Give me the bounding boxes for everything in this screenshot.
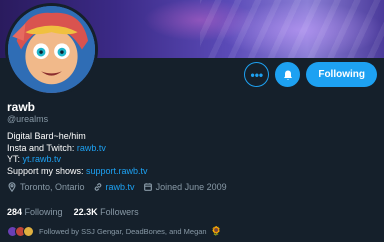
avatar-illustration	[8, 6, 95, 93]
banner-decoration	[200, 0, 384, 58]
profile-actions: ••• Following	[244, 62, 377, 87]
more-icon[interactable]: •••	[244, 62, 270, 87]
profile-name: rawb	[7, 100, 36, 114]
follower-avatar	[23, 226, 34, 237]
bio-line-1: Digital Bard~he/him	[7, 131, 86, 141]
link-icon	[94, 183, 101, 191]
location-icon	[8, 182, 16, 192]
website-link[interactable]: rawb.tv	[106, 182, 135, 192]
calendar-icon	[143, 183, 152, 191]
bio-line-4: Support my shows: support.rawb.tv	[7, 165, 148, 176]
followed-by-avatars	[7, 226, 34, 237]
followers-stat[interactable]: 22.3K Followers	[74, 207, 139, 217]
followed-by[interactable]: Followed by SSJ Gengar, DeadBones, and M…	[7, 226, 222, 237]
bell-icon[interactable]	[275, 62, 301, 87]
profile-avatar[interactable]	[5, 3, 98, 96]
profile-bio: Digital Bard~he/him Insta and Twitch: ra…	[7, 131, 148, 177]
sunflower-icon: 🌻	[210, 226, 222, 236]
bio-line-2: Insta and Twitch: rawb.tv	[7, 142, 106, 153]
location-item: Toronto, Ontario	[7, 182, 85, 192]
following-stat[interactable]: 284 Following	[7, 207, 63, 217]
profile-meta: Toronto, Ontario rawb.tv Joined June 200…	[7, 182, 227, 192]
rawb-link[interactable]: rawb.tv	[77, 143, 106, 153]
profile-handle: @urealms	[7, 114, 49, 124]
following-button[interactable]: Following	[306, 62, 377, 87]
bio-line-3: YT: yt.rawb.tv	[7, 154, 62, 164]
profile-stats: 284 Following 22.3K Followers	[7, 207, 139, 217]
website-item: rawb.tv	[93, 182, 135, 192]
youtube-link[interactable]: yt.rawb.tv	[23, 154, 62, 164]
followed-by-text: Followed by SSJ Gengar, DeadBones, and M…	[39, 227, 207, 236]
support-link[interactable]: support.rawb.tv	[86, 166, 148, 176]
joined-item: Joined June 2009	[143, 182, 227, 192]
